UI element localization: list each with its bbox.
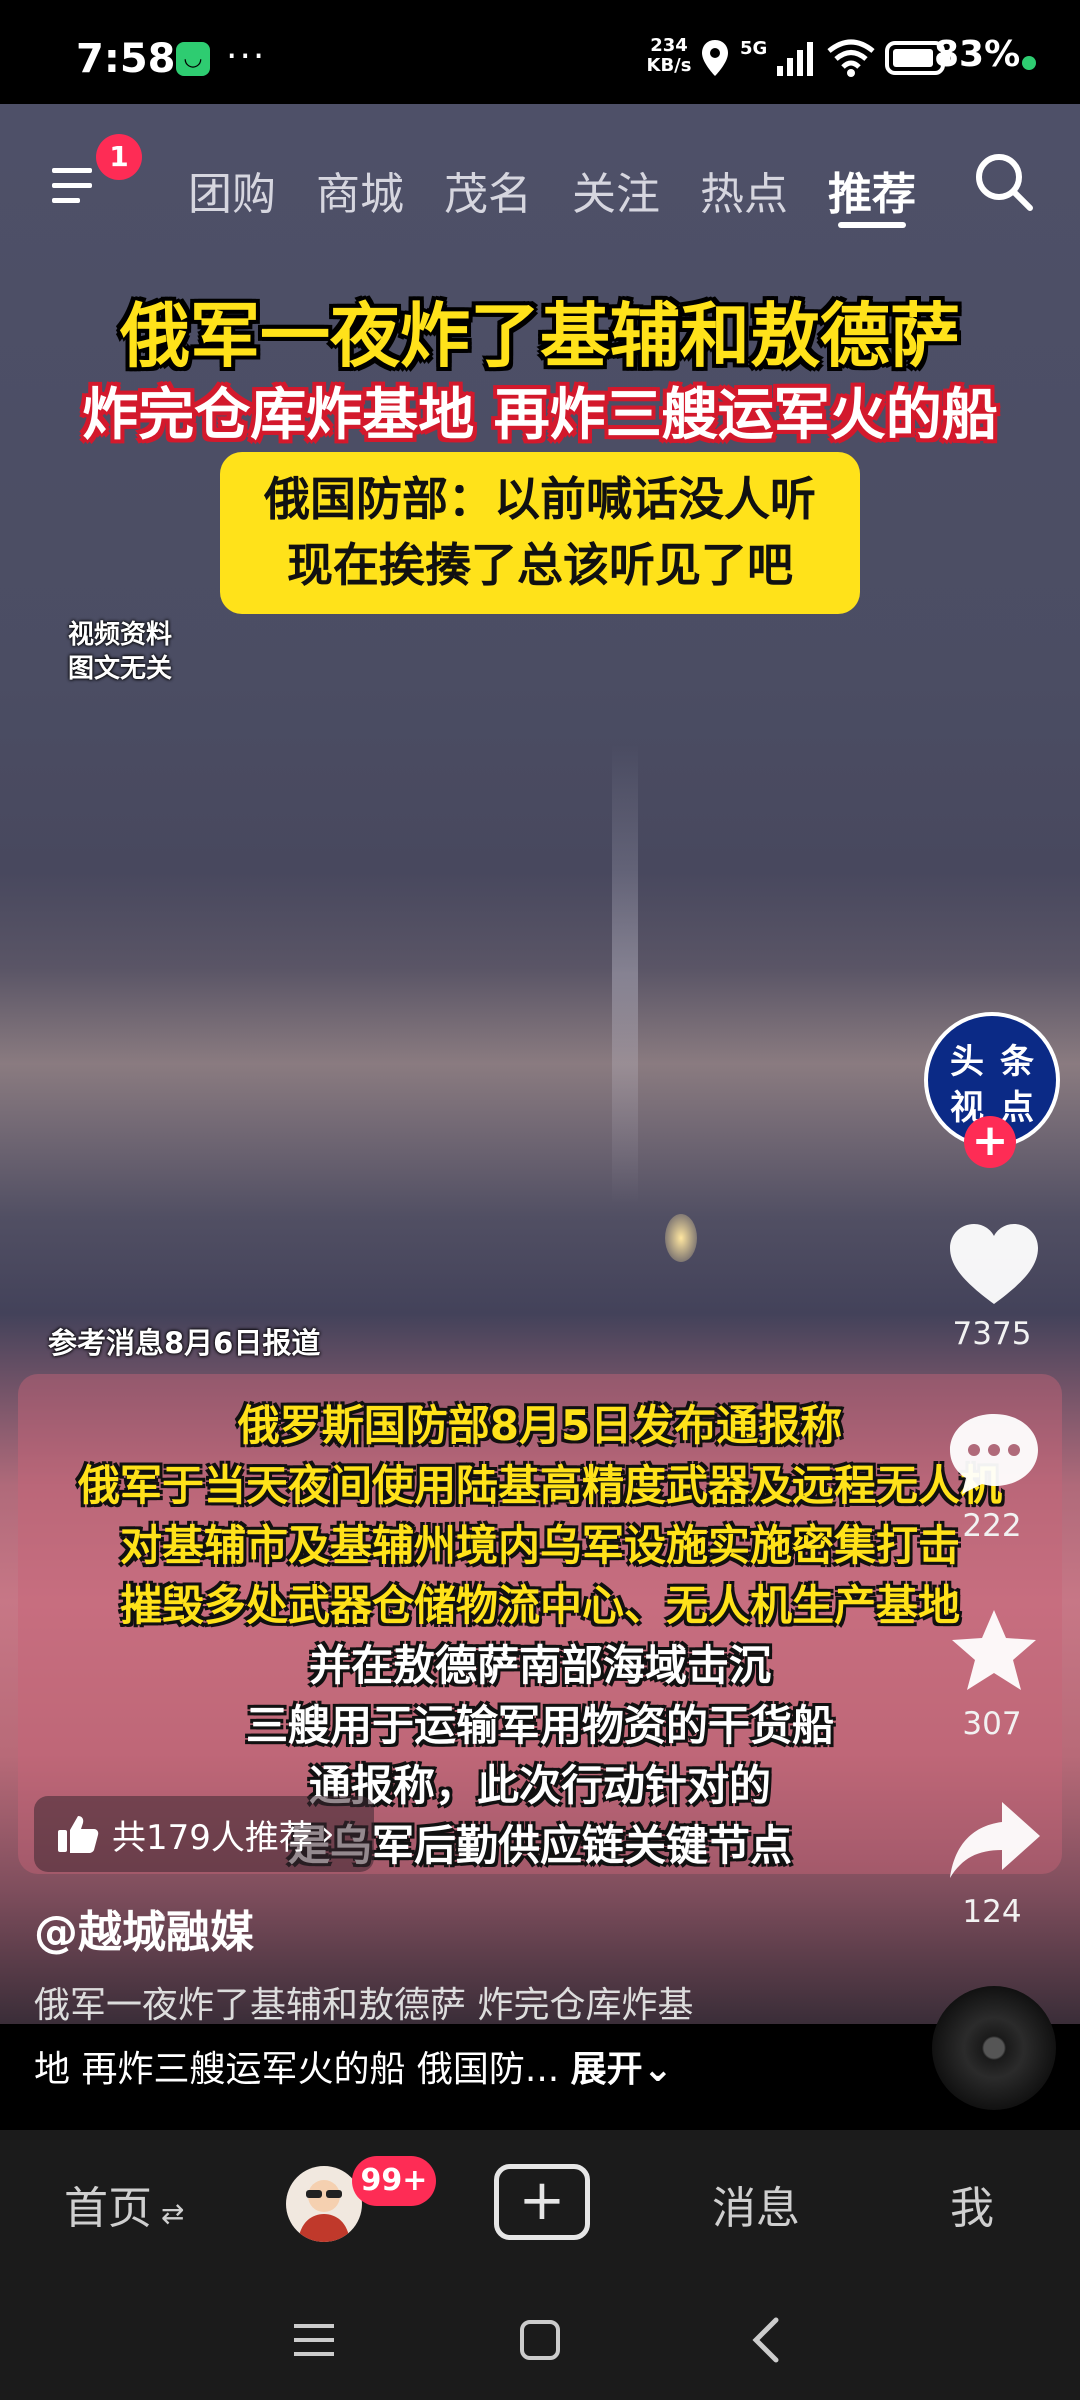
- disclaimer-line-2: 图文无关: [68, 654, 173, 684]
- network-type: 5G: [740, 37, 768, 59]
- comment-count: 222: [962, 1508, 1022, 1544]
- caption-line: 摧毁多处武器仓储物流中心、无人机生产基地: [119, 1581, 960, 1630]
- recent-apps-icon[interactable]: [292, 2320, 336, 2360]
- share-count: 124: [962, 1894, 1022, 1930]
- tab-mall[interactable]: 商城: [316, 158, 404, 222]
- chevron-right-icon: ›: [320, 1814, 335, 1854]
- privacy-indicator: [1022, 56, 1036, 70]
- menu-badge: 1: [96, 134, 142, 180]
- active-tab-indicator: [838, 222, 906, 228]
- create-button[interactable]: +: [494, 2164, 590, 2240]
- light-beam: [612, 744, 638, 1204]
- chevron-down-icon: ⌄: [642, 2049, 673, 2090]
- quote-box: 俄国防部：以前喊话没人听 现在挨揍了总该听见了吧: [220, 452, 860, 614]
- back-icon[interactable]: [748, 2316, 784, 2364]
- nav-me[interactable]: 我: [950, 2172, 994, 2236]
- video-subheadline: 炸完仓库炸基地 再炸三艘运军火的船: [82, 383, 998, 448]
- star-icon[interactable]: [944, 1606, 1044, 1696]
- description-line-2: 地 再炸三艘运军火的船 俄国防... 展开⌄: [34, 2040, 673, 2092]
- nav-home-label: 首页: [64, 2183, 152, 2234]
- source-label: 参考消息8月6日报道: [48, 1326, 321, 1360]
- heart-icon[interactable]: [944, 1220, 1044, 1310]
- tab-group-buy[interactable]: 团购: [188, 158, 276, 222]
- home-icon[interactable]: [518, 2318, 562, 2362]
- caption-line: 并在敖德萨南部海域击沉: [308, 1641, 771, 1690]
- tab-trending[interactable]: 热点: [700, 158, 788, 222]
- more-notifications-icon: ···: [226, 36, 267, 77]
- signal-icon: [777, 42, 814, 76]
- friend-avatar[interactable]: [286, 2166, 362, 2242]
- status-bar: 7:58 ◡ ··· 234 KB/s 5G 83%: [0, 0, 1080, 104]
- description-line-1: 俄军一夜炸了基辅和敖德萨 炸完仓库炸基: [34, 1985, 694, 2026]
- battery-percent: 83%: [934, 34, 1021, 75]
- menu-icon[interactable]: [50, 162, 102, 210]
- music-disc-icon[interactable]: [932, 1986, 1056, 2110]
- avatar-char: 条: [1000, 1042, 1034, 1082]
- tab-local[interactable]: 茂名: [444, 158, 532, 222]
- app-notification-icon: ◡: [176, 42, 210, 76]
- caption-line: 俄罗斯国防部8月5日发布通报称: [237, 1401, 843, 1450]
- avatar-char: 头: [950, 1042, 984, 1082]
- description-text: 地 再炸三艘运军火的船 俄国防...: [34, 2049, 560, 2090]
- quote-line-1: 俄国防部：以前喊话没人听: [264, 472, 816, 526]
- recommend-pill[interactable]: 共179人推荐 ›: [34, 1796, 374, 1872]
- follow-button[interactable]: +: [964, 1116, 1016, 1168]
- switch-icon: ⇄: [152, 2197, 185, 2230]
- expand-button[interactable]: 展开⌄: [571, 2049, 673, 2090]
- nav-messages[interactable]: 消息: [712, 2172, 800, 2236]
- disclaimer-line-1: 视频资料: [68, 620, 173, 650]
- expand-label: 展开: [570, 2049, 643, 2090]
- system-nav: [0, 2280, 1080, 2400]
- network-speed: 234 KB/s: [646, 35, 692, 76]
- status-time: 7:58: [76, 36, 176, 82]
- author-name[interactable]: @越城融媒: [34, 1896, 254, 1960]
- quote-line-2: 现在挨揍了总该听见了吧: [287, 538, 793, 592]
- like-count: 7375: [952, 1316, 1032, 1352]
- friend-badge: 99+: [352, 2156, 436, 2206]
- nav-home[interactable]: 首页 ⇄: [64, 2172, 184, 2236]
- search-icon[interactable]: [972, 150, 1036, 214]
- light-glow: [665, 1214, 697, 1262]
- share-icon[interactable]: [944, 1796, 1044, 1886]
- avatar-face-icon: [298, 2180, 350, 2242]
- bottom-nav: 首页 ⇄ 99+ + 消息 我: [0, 2130, 1080, 2280]
- thumbs-up-icon: [58, 1816, 99, 1853]
- tab-recommended[interactable]: 推荐: [828, 158, 916, 222]
- location-icon: [702, 40, 728, 76]
- recommend-count: 共179人推荐: [112, 1817, 313, 1858]
- video-headline: 俄军一夜炸了基辅和敖德萨: [120, 295, 960, 377]
- wifi-icon: [827, 39, 875, 77]
- comment-icon[interactable]: [944, 1408, 1044, 1498]
- footage-disclaimer: 视频资料 图文无关: [68, 618, 172, 686]
- favorite-count: 307: [962, 1706, 1022, 1742]
- tab-following[interactable]: 关注: [572, 158, 660, 222]
- caption-line: 俄军于当天夜间使用陆基高精度武器及远程无人机: [77, 1461, 1002, 1510]
